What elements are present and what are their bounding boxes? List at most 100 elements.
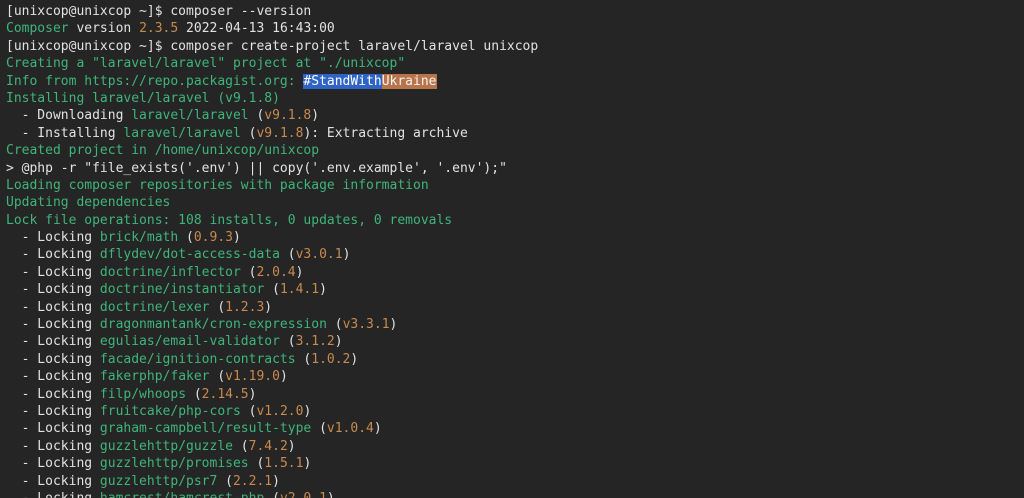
text-segment: (: [209, 369, 226, 385]
text-segment: doctrine/lexer: [99, 299, 210, 315]
terminal-output: [unixcop@unixcop ~]$ composer --version C…: [6, 3, 1024, 498]
text-segment: version: [68, 21, 140, 37]
output-line: - Installing laravel/laravel (v9.1.8): E…: [6, 125, 1024, 142]
lock-line: - Locking fruitcake/php-cors (v1.2.0): [6, 403, 1024, 420]
text-segment: 2.2.1: [232, 473, 273, 489]
text-segment: - Locking: [6, 351, 100, 367]
text-segment: Updating dependencies: [6, 195, 171, 211]
text-segment: doctrine/instantiator: [99, 282, 265, 298]
text-segment: 3.1.2: [295, 334, 335, 350]
text-segment: (: [217, 473, 233, 489]
text-segment: - Locking: [6, 456, 100, 472]
lock-line: - Locking doctrine/lexer (1.2.3): [6, 299, 1024, 316]
text-segment: laravel/laravel: [123, 125, 241, 141]
output-line: Info from https://repo.packagist.org: #S…: [6, 73, 1024, 90]
text-segment: egulias/email-validator: [99, 334, 280, 350]
output-line: Loading composer repositories with packa…: [6, 177, 1024, 194]
text-segment: ): [287, 438, 296, 454]
text-segment: - Locking: [6, 369, 100, 385]
prompt-line: [unixcop@unixcop ~]$ composer create-pro…: [6, 38, 1024, 55]
text-segment: Ukraine: [381, 73, 437, 89]
text-segment: (: [240, 403, 257, 419]
text-segment: v1.0.4: [326, 421, 374, 437]
text-segment: v1.2.0: [256, 403, 304, 419]
text-segment: ): [311, 108, 320, 124]
text-segment: [unixcop@unixcop ~]$ composer --version: [6, 4, 312, 19]
lock-line: - Locking doctrine/inflector (2.0.4): [6, 264, 1024, 281]
text-segment: ): [334, 334, 343, 350]
text-segment: guzzlehttp/promises: [99, 456, 249, 472]
text-segment: (: [248, 108, 265, 124]
text-segment: - Locking: [6, 403, 100, 419]
text-segment: Creating a "laravel/laravel" project at …: [6, 56, 406, 72]
lock-line: - Locking fakerphp/faker (v1.19.0): [6, 368, 1024, 385]
lock-line: - Locking facade/ignition-contracts (1.0…: [6, 351, 1024, 368]
text-segment: Composer: [6, 21, 69, 37]
text-segment: ): [272, 473, 280, 489]
text-segment: - Locking: [6, 247, 100, 263]
text-segment: > @php -r "file_exists('.env') || copy('…: [6, 160, 507, 176]
text-segment: ): [373, 421, 382, 437]
lock-line: - Locking guzzlehttp/promises (1.5.1): [6, 455, 1024, 472]
text-segment: - Locking: [6, 334, 100, 350]
text-segment: Info from https://repo.packagist.org:: [6, 73, 304, 89]
output-line: Created project in /home/unixcop/unixcop: [6, 142, 1024, 159]
text-segment: brick/math: [99, 230, 179, 246]
text-segment: - Locking: [6, 230, 100, 246]
text-segment: facade/ignition-contracts: [99, 351, 296, 367]
lock-line: - Locking guzzlehttp/psr7 (2.2.1): [6, 473, 1024, 490]
prompt-line: [unixcop@unixcop ~]$ composer --version: [6, 3, 1024, 20]
text-segment: v9.1.8: [264, 108, 312, 124]
lock-line: - Locking doctrine/instantiator (1.4.1): [6, 281, 1024, 298]
text-segment: (: [264, 282, 280, 298]
text-segment: v3.0.1: [295, 247, 343, 263]
text-segment: ): [248, 386, 257, 402]
text-segment: - Locking: [6, 282, 100, 298]
text-segment: #StandWith: [303, 73, 382, 89]
text-segment: ): [319, 282, 327, 298]
text-segment: ): [350, 351, 359, 367]
text-segment: 1.2.3: [225, 299, 265, 315]
text-segment: (: [311, 421, 327, 437]
text-segment: v9.1.8: [256, 125, 304, 141]
lock-line: - Locking egulias/email-validator (3.1.2…: [6, 333, 1024, 350]
text-segment: 2.14.5: [201, 386, 249, 402]
text-segment: Loading composer repositories with packa…: [6, 177, 429, 193]
text-segment: ): [303, 456, 312, 472]
text-segment: v2.0.1: [280, 491, 327, 498]
text-segment: - Locking: [6, 491, 100, 498]
text-segment: ): [327, 491, 335, 498]
text-segment: (: [240, 264, 257, 280]
text-segment: - Locking: [6, 299, 100, 315]
output-line: Lock file operations: 108 installs, 0 up…: [6, 212, 1024, 229]
text-segment: 7.4.2: [248, 438, 288, 454]
text-segment: 1.4.1: [279, 282, 320, 298]
text-segment: graham-campbell/result-type: [99, 421, 312, 437]
text-segment: 1.5.1: [264, 456, 304, 472]
text-segment: v1.19.0: [225, 369, 280, 385]
text-segment: - Locking: [6, 264, 100, 280]
lock-line: - Locking filp/whoops (2.14.5): [6, 386, 1024, 403]
lock-line: - Locking guzzlehttp/guzzle (7.4.2): [6, 438, 1024, 455]
text-segment: v3.3.1: [342, 317, 390, 333]
text-segment: ): Extracting archive: [303, 125, 468, 141]
text-segment: (: [295, 351, 312, 367]
lock-line: - Locking hamcrest/hamcrest-php (v2.0.1): [6, 490, 1024, 498]
text-segment: - Installing: [6, 125, 124, 141]
text-segment: ): [389, 317, 398, 333]
text-segment: (: [248, 456, 265, 472]
text-segment: 2.0.4: [256, 264, 296, 280]
lock-line: - Locking dragonmantank/cron-expression …: [6, 316, 1024, 333]
output-line: Creating a "laravel/laravel" project at …: [6, 55, 1024, 72]
text-segment: - Locking: [6, 473, 100, 489]
text-segment: Created project in /home/unixcop/unixcop: [6, 143, 320, 159]
text-segment: guzzlehttp/psr7: [99, 473, 218, 489]
output-line: - Downloading laravel/laravel (v9.1.8): [6, 107, 1024, 124]
output-line: > @php -r "file_exists('.env') || copy('…: [6, 160, 1024, 177]
terminal-window[interactable]: [unixcop@unixcop ~]$ composer --version C…: [0, 0, 1024, 498]
text-segment: filp/whoops: [99, 386, 187, 402]
text-segment: - Locking: [6, 317, 100, 333]
text-segment: doctrine/inflector: [99, 264, 241, 280]
text-segment: ): [233, 230, 241, 246]
text-segment: 1.0.2: [311, 351, 351, 367]
